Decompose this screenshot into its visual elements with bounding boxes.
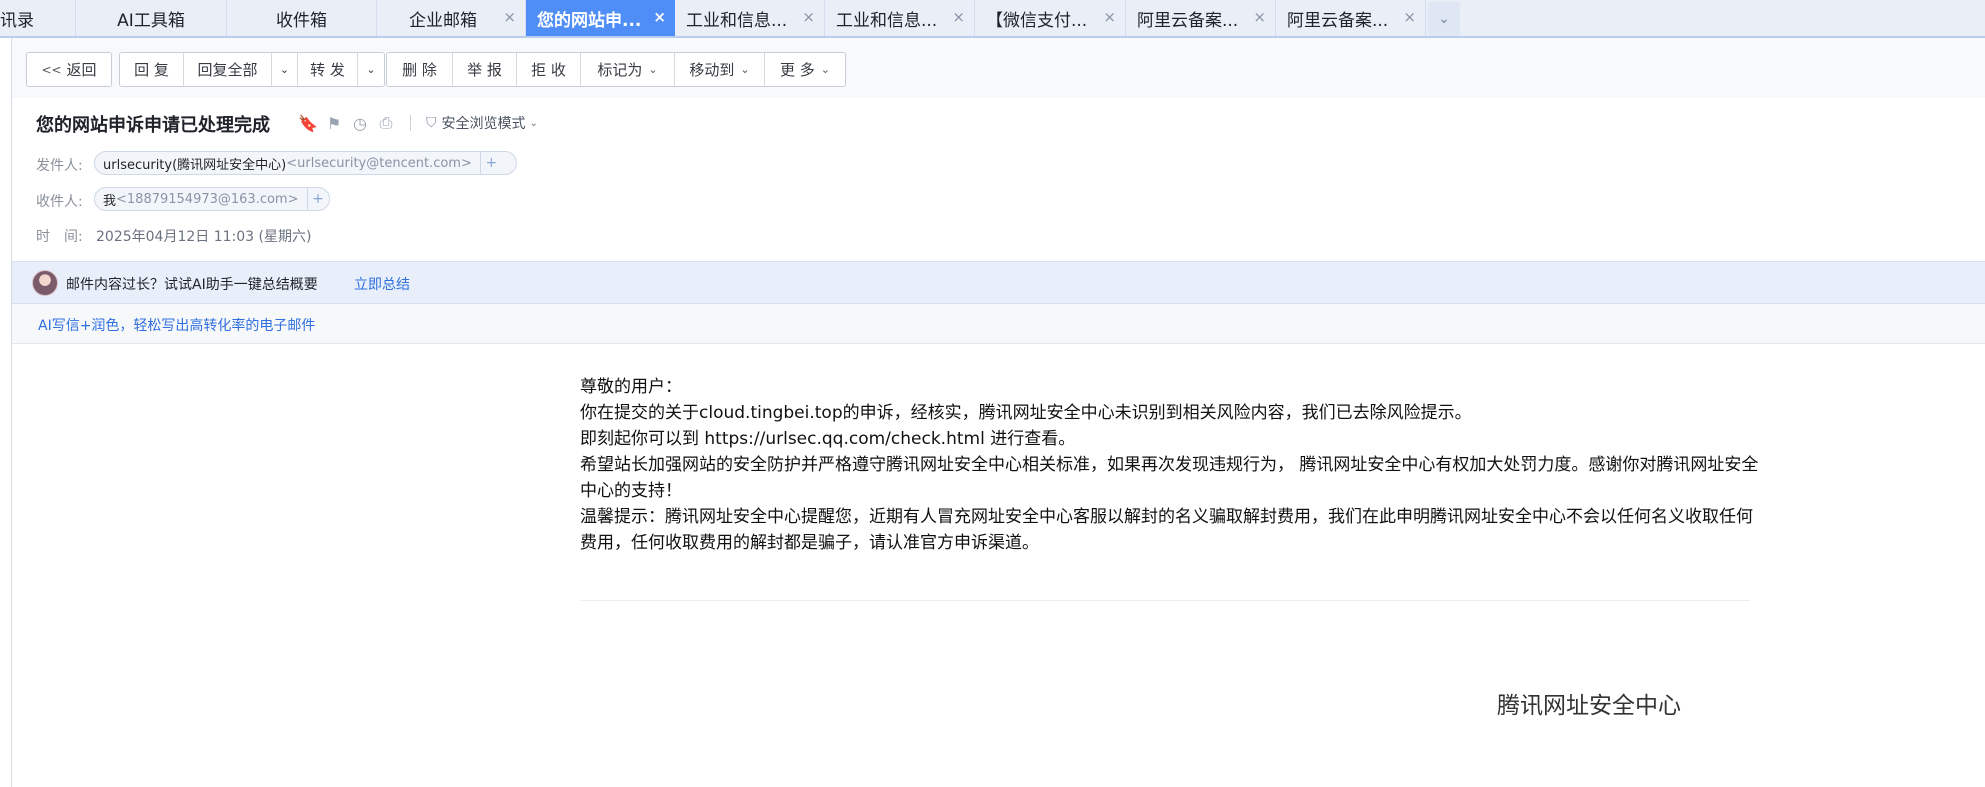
mail-body: 尊敬的用户： 你在提交的关于cloud.tingbei.top的申诉，经核实，腾… (580, 374, 1760, 556)
left-divider (11, 38, 12, 787)
summarize-now-link[interactable]: 立即总结 (354, 274, 410, 294)
close-icon[interactable]: × (1103, 8, 1116, 26)
reply-all-dropdown[interactable]: ⌄ (272, 53, 298, 86)
flag-icon[interactable]: ⚑ (324, 113, 344, 133)
signature: 腾讯网址安全中心 (1497, 693, 1681, 719)
tab-inbox[interactable]: 收件箱 (227, 0, 377, 36)
chevron-down-icon: ⌄ (740, 63, 750, 76)
tab-overflow-button[interactable]: ⌄ (1428, 2, 1460, 36)
tab-label: 您的网站申... (537, 10, 642, 31)
ai-assistant-avatar (32, 270, 58, 296)
tab-ai-toolbox[interactable]: AI工具箱 (76, 0, 227, 36)
close-icon[interactable]: × (1253, 8, 1266, 26)
safe-browsing-mode-toggle[interactable]: ⛉ 安全浏览模式 ⌄ (426, 113, 538, 133)
more-label: 更 多 (780, 61, 815, 79)
bookmark-icon[interactable]: 🔖 (298, 113, 318, 133)
clock-icon[interactable]: ◷ (350, 113, 370, 133)
chevron-down-icon: ⌄ (648, 63, 658, 76)
forward-dropdown[interactable]: ⌄ (358, 53, 384, 86)
report-button[interactable]: 举 报 (453, 53, 517, 86)
reply-all-label: 回复全部 (197, 61, 258, 79)
close-icon[interactable]: × (1403, 8, 1416, 26)
double-chevron-left-icon: << (41, 62, 62, 77)
add-contact-icon[interactable]: + (306, 188, 329, 210)
tab-label: 阿里云备案... (1137, 10, 1239, 31)
tab-bar: 讯录 AI工具箱 收件箱 企业邮箱 × 您的网站申... × 工业和信息... … (0, 0, 1985, 38)
tab-label: 讯录 (0, 10, 34, 31)
body-paragraph: 温馨提示：腾讯网址安全中心提醒您，近期有人冒充网址安全中心客服以解封的名义骗取解… (580, 507, 1753, 553)
recipient-name: 我 (103, 193, 117, 209)
reply-label: 回 复 (134, 61, 169, 79)
more-button[interactable]: 更 多 ⌄ (765, 53, 845, 86)
tab-label: 工业和信息... (836, 10, 938, 31)
report-label: 举 报 (467, 61, 502, 79)
tab-enterprise-mail[interactable]: 企业邮箱 × (377, 0, 526, 36)
ai-summary-prompt: 邮件内容过长？试试AI助手一键总结概要 (66, 277, 318, 293)
chevron-down-icon: ⌄ (529, 117, 538, 129)
close-icon[interactable]: × (503, 8, 516, 26)
sent-time: 2025年04月12日 11:03 (星期六) (96, 229, 312, 245)
shield-icon: ⛉ (426, 115, 437, 131)
to-label: 收件人: (36, 194, 83, 210)
header-divider (410, 115, 411, 131)
body-paragraph: 即刻起你可以到 https://urlsec.qq.com/check.html… (580, 429, 1076, 449)
chevron-down-icon: ⌄ (366, 63, 376, 76)
back-button[interactable]: << 返回 (27, 53, 111, 86)
safe-mode-label: 安全浏览模式 (441, 116, 526, 132)
forward-button[interactable]: 转 发 (298, 53, 358, 86)
reject-button[interactable]: 拒 收 (517, 53, 581, 86)
mail-subject: 您的网站申诉申请已处理完成 (36, 115, 270, 136)
reply-group: 回 复 回复全部 ⌄ 转 发 ⌄ (119, 52, 385, 87)
delete-button[interactable]: 删 除 (387, 53, 453, 86)
action-group: 删 除 举 报 拒 收 标记为 ⌄ 移动到 ⌄ 更 多 ⌄ (386, 52, 846, 87)
from-label: 发件人: (36, 158, 83, 174)
body-paragraph: 你在提交的关于cloud.tingbei.top的申诉，经核实，腾讯网址安全中心… (580, 403, 1472, 423)
mail-toolbar: << 返回 回 复 回复全部 ⌄ 转 发 ⌄ 删 除 举 报 拒 收 标记为 ⌄… (12, 38, 1985, 98)
mark-as-label: 标记为 (597, 61, 643, 79)
move-to-label: 移动到 (689, 61, 735, 79)
tab-label: 【微信支付... (986, 10, 1088, 31)
close-icon[interactable]: × (802, 8, 815, 26)
body-divider (580, 600, 1750, 601)
body-paragraph: 希望站长加强网站的安全防护并严格遵守腾讯网址安全中心相关标准，如果再次发现违规行… (580, 455, 1759, 501)
tab-website-appeal[interactable]: 您的网站申... × (526, 0, 675, 36)
chevron-down-icon: ⌄ (1438, 11, 1450, 27)
tab-aliyun-icp-1[interactable]: 阿里云备案... × (1126, 0, 1276, 36)
tab-label: 阿里云备案... (1287, 10, 1389, 31)
reply-all-button[interactable]: 回复全部 (184, 53, 272, 86)
tab-miit-2[interactable]: 工业和信息... × (825, 0, 975, 36)
mark-as-button[interactable]: 标记为 ⌄ (581, 53, 675, 86)
add-contact-icon[interactable]: + (479, 152, 502, 174)
sender-address: <urlsecurity@tencent.com> (286, 155, 472, 171)
reply-button[interactable]: 回 复 (120, 53, 184, 86)
tab-label: 企业邮箱 (409, 10, 477, 31)
ai-writing-promo-bar: AI写信+润色，轻松写出高转化率的电子邮件 (12, 304, 1985, 344)
time-label: 时 间: (36, 229, 83, 245)
close-icon[interactable]: × (952, 8, 965, 26)
recipient-chip[interactable]: 我 <18879154973@163.com> + (94, 187, 330, 211)
chevron-down-icon: ⌄ (820, 63, 830, 76)
tab-aliyun-icp-2[interactable]: 阿里云备案... × (1276, 0, 1426, 36)
greeting: 尊敬的用户： (580, 377, 682, 397)
tab-contacts[interactable]: 讯录 (0, 0, 76, 36)
tab-label: AI工具箱 (117, 10, 185, 31)
forward-label: 转 发 (310, 61, 345, 79)
tab-label: 工业和信息... (686, 10, 788, 31)
close-icon[interactable]: × (653, 8, 666, 26)
recipient-address: <18879154973@163.com> (116, 191, 299, 207)
tab-miit-1[interactable]: 工业和信息... × (675, 0, 825, 36)
back-group: << 返回 (26, 52, 112, 87)
chevron-down-icon: ⌄ (279, 63, 290, 76)
reject-label: 拒 收 (531, 61, 566, 79)
tab-wechat-pay[interactable]: 【微信支付... × (975, 0, 1126, 36)
ai-writing-promo-link[interactable]: AI写信+润色，轻松写出高转化率的电子邮件 (38, 315, 315, 335)
back-label: 返回 (66, 61, 97, 79)
tab-label: 收件箱 (276, 10, 327, 31)
delete-label: 删 除 (402, 61, 437, 79)
sender-name: urlsecurity(腾讯网址安全中心) (103, 157, 287, 173)
sender-chip[interactable]: urlsecurity(腾讯网址安全中心) <urlsecurity@tence… (94, 151, 517, 175)
ai-summary-bar: 邮件内容过长？试试AI助手一键总结概要 立即总结 (12, 261, 1985, 304)
print-icon[interactable]: ⎙ (376, 113, 396, 133)
move-to-button[interactable]: 移动到 ⌄ (675, 53, 765, 86)
